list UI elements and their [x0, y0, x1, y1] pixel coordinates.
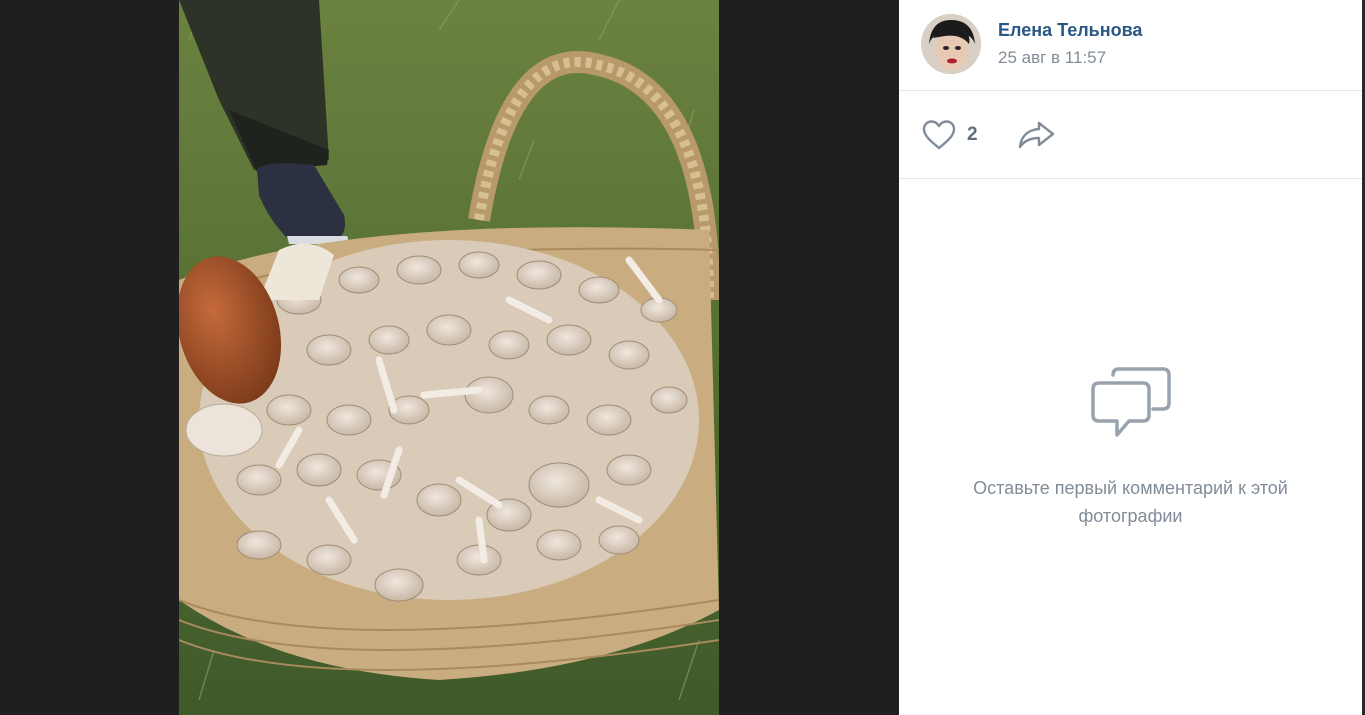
comments-empty-state: Оставьте первый комментарий к этой фотог…: [899, 179, 1362, 715]
side-panel: Елена Тельнова 25 авг в 11:57 2 Оставьте…: [899, 0, 1365, 715]
comments-empty-text: Оставьте первый комментарий к этой фотог…: [899, 474, 1362, 530]
photo[interactable]: [179, 0, 719, 715]
mushroom-basket-photo: [179, 0, 719, 715]
author-name[interactable]: Елена Тельнова: [998, 20, 1142, 41]
like-button[interactable]: 2: [921, 118, 978, 152]
post-actions: 2: [899, 91, 1362, 179]
like-count: 2: [967, 124, 978, 145]
avatar-image: [921, 14, 981, 74]
share-button[interactable]: [1017, 119, 1057, 153]
photo-viewer: [0, 0, 899, 715]
comments-empty-line1: Оставьте первый комментарий к этой: [973, 478, 1288, 498]
post-date[interactable]: 25 авг в 11:57: [998, 48, 1106, 68]
heart-icon: [922, 120, 956, 150]
post-author-header: Елена Тельнова 25 авг в 11:57: [899, 0, 1362, 91]
share-arrow-icon: [1018, 121, 1055, 149]
comment-bubbles-icon: [1091, 367, 1171, 437]
comments-empty-line2: фотографии: [1078, 506, 1183, 526]
avatar[interactable]: [921, 14, 981, 74]
